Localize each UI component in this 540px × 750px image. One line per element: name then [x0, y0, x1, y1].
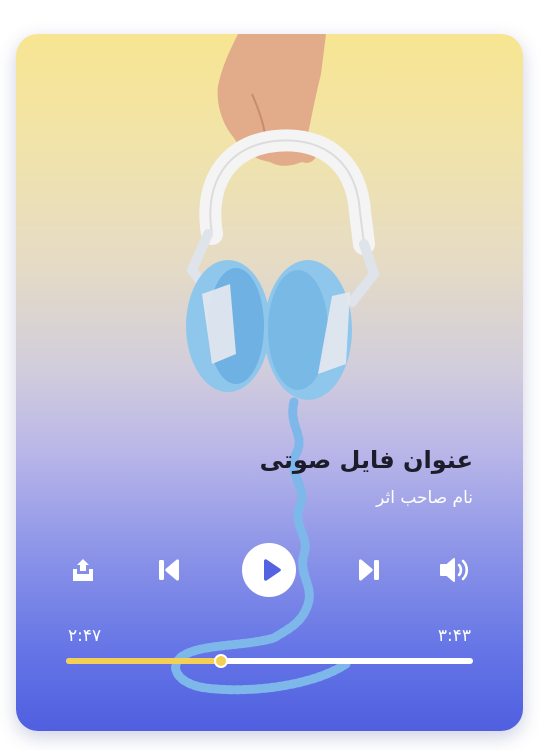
skip-previous-icon — [159, 559, 179, 581]
volume-button[interactable] — [438, 555, 472, 585]
track-artist: نام صاحب اثر — [376, 488, 473, 508]
progress-thumb[interactable] — [213, 654, 228, 668]
volume-icon — [440, 558, 469, 582]
play-button[interactable] — [242, 543, 296, 597]
previous-button[interactable] — [154, 556, 184, 584]
share-button[interactable] — [69, 556, 97, 584]
play-icon — [263, 559, 281, 581]
total-time: ۳:۴۳ — [437, 626, 471, 646]
skip-next-icon — [359, 559, 379, 581]
player-card: عنوان فایل صوتی نام صاحب اثر ۲:۴۷ ۳:۴۳ — [16, 34, 523, 731]
progress-fill — [66, 658, 221, 664]
next-button[interactable] — [354, 556, 384, 584]
share-icon — [73, 559, 93, 581]
player-controls — [16, 539, 523, 599]
elapsed-time: ۲:۴۷ — [68, 626, 102, 646]
progress-bar[interactable] — [66, 654, 473, 668]
track-title: عنوان فایل صوتی — [259, 446, 473, 474]
